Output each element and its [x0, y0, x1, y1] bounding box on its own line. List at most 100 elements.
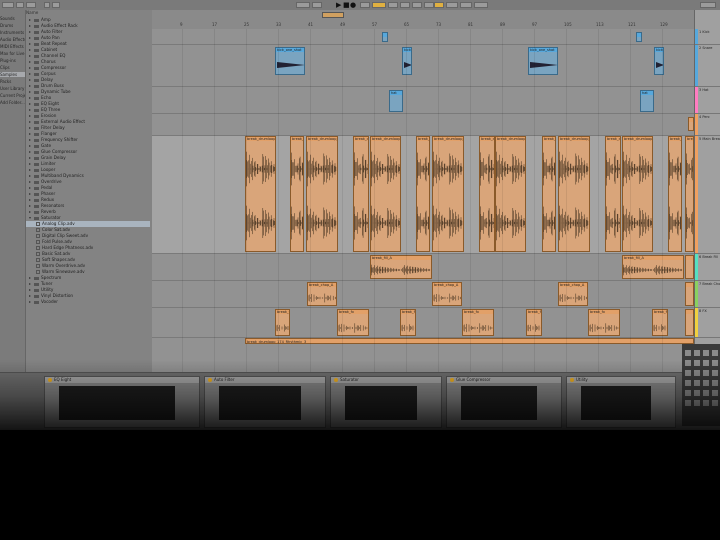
- arrangement-clip[interactable]: break_drumloop_174: [290, 136, 304, 252]
- browser-place-item[interactable]: Instruments: [0, 30, 25, 35]
- device-power-icon[interactable]: [48, 378, 52, 382]
- audio-device[interactable]: Utility: [566, 376, 676, 428]
- device-display[interactable]: [59, 386, 175, 420]
- browser-place-item[interactable]: Sounds: [0, 16, 25, 21]
- arrangement-clip[interactable]: kick_one_shot: [528, 47, 558, 75]
- browser-place-item[interactable]: Clips: [0, 65, 25, 70]
- draw-mode-button[interactable]: [434, 2, 444, 8]
- device-power-icon[interactable]: [208, 378, 212, 382]
- arrangement-clip[interactable]: [636, 32, 642, 42]
- track-lane[interactable]: hat hat: [152, 87, 694, 114]
- arrangement-clip[interactable]: [382, 32, 388, 42]
- punch-out-button[interactable]: [412, 2, 422, 8]
- metronome-button[interactable]: [16, 2, 24, 8]
- arrangement-clip[interactable]: break_drumloop_174: [416, 136, 430, 252]
- browser-place-item[interactable]: Plug-ins: [0, 58, 25, 63]
- arrangement-clip[interactable]: [685, 282, 694, 306]
- arrangement-clip[interactable]: break_fx: [462, 309, 494, 336]
- arrangement-position[interactable]: [296, 2, 310, 8]
- arrangement-clip[interactable]: break_drumloop_174: [479, 136, 495, 252]
- arrangement-clip[interactable]: break_drumloop_174: [558, 136, 590, 252]
- arrangement-clip[interactable]: break_fx: [652, 309, 668, 336]
- quantize-menu[interactable]: [52, 2, 60, 8]
- device-display[interactable]: [581, 386, 651, 420]
- arrangement-clip[interactable]: break_drumloop_174: [622, 136, 653, 252]
- tempo-field[interactable]: [26, 2, 36, 8]
- track-header[interactable]: 7 Break Chop: [695, 281, 720, 308]
- punch-in-button[interactable]: [388, 2, 398, 8]
- overdub-button[interactable]: [360, 2, 370, 8]
- browser-folder-item[interactable]: ▸ Vocoder: [26, 299, 150, 305]
- track-lane[interactable]: [152, 29, 694, 45]
- loop-button[interactable]: [400, 2, 410, 8]
- audio-device[interactable]: Saturator: [330, 376, 442, 428]
- track-header[interactable]: 3 Hat: [695, 87, 720, 114]
- stop-icon[interactable]: ■: [343, 1, 350, 9]
- audio-device[interactable]: EQ Eight: [44, 376, 200, 428]
- browser-column-header[interactable]: Name: [26, 10, 150, 16]
- arrangement-clip[interactable]: break_fill_A: [370, 255, 432, 279]
- arrangement-clip[interactable]: hat: [640, 90, 654, 112]
- midi-map-button[interactable]: [460, 2, 472, 8]
- arrangement-view[interactable]: 9 17 25 33 41 49 57 65 73 81 89 97 105 113 121 129 kick…: [152, 10, 695, 372]
- arrangement-clip[interactable]: break_fill_A: [622, 255, 684, 279]
- loop-length-field[interactable]: [424, 2, 434, 8]
- arrangement-clip[interactable]: break_fx: [400, 309, 416, 336]
- arrangement-clip[interactable]: break_drumloop_174: [685, 136, 694, 252]
- browser-place-item[interactable]: Drums: [0, 23, 25, 28]
- browser-place-item[interactable]: MIDI Effects: [0, 44, 25, 49]
- signature-field[interactable]: [44, 2, 50, 8]
- arrangement-clip[interactable]: break_drumloop_174: [542, 136, 556, 252]
- arrangement-clip[interactable]: [685, 255, 694, 279]
- automation-arm-button[interactable]: [372, 2, 386, 8]
- arrangement-clip[interactable]: kick_one_shot: [402, 47, 412, 75]
- arrangement-clip[interactable]: break_chop_A: [307, 282, 337, 306]
- track-lane[interactable]: kick_one_shotkick_one_shotkick_one_shotk…: [152, 45, 694, 87]
- audio-device[interactable]: Glue Compressor: [446, 376, 562, 428]
- audio-device[interactable]: Auto Filter: [204, 376, 326, 428]
- tap-button[interactable]: [2, 2, 14, 8]
- key-map-button[interactable]: [446, 2, 458, 8]
- record-icon[interactable]: ●: [350, 1, 356, 9]
- arrangement-clip[interactable]: break_fx: [588, 309, 620, 336]
- track-name[interactable]: 8 FX: [699, 309, 707, 313]
- follow-button[interactable]: [312, 2, 322, 8]
- track-header[interactable]: 5 Main Break: [695, 136, 720, 254]
- track-lane[interactable]: break_fxbreak_fxbreak_fxbreak_fxbreak_fx…: [152, 308, 694, 338]
- browser-place-item[interactable]: Current Project: [0, 93, 25, 98]
- browser-place-item[interactable]: Add Folder...: [0, 100, 25, 105]
- device-power-icon[interactable]: [570, 378, 574, 382]
- track-lane[interactable]: break_drumloop_174break_drumloop_174brea…: [152, 136, 694, 254]
- device-display[interactable]: [345, 386, 417, 420]
- track-name[interactable]: 5 Main Break: [699, 137, 720, 141]
- device-display[interactable]: [219, 386, 301, 420]
- loop-brace[interactable]: [322, 12, 344, 18]
- track-name[interactable]: 6 Break Fill: [699, 255, 718, 259]
- track-header[interactable]: 6 Break Fill: [695, 254, 720, 281]
- track-name[interactable]: 4 Perc: [699, 115, 710, 119]
- device-power-icon[interactable]: [334, 378, 338, 382]
- browser-place-item[interactable]: User Library: [0, 86, 25, 91]
- arrangement-clip[interactable]: break_drumloop_174: [353, 136, 369, 252]
- track-lane[interactable]: break_chop_A break_chop_A break_chop_A: [152, 281, 694, 308]
- track-lane[interactable]: break_fill_A break_fill_A: [152, 254, 694, 281]
- track-lane[interactable]: [152, 114, 694, 136]
- arrangement-clip[interactable]: break_chop_A: [432, 282, 462, 306]
- arrangement-clip[interactable]: break_drumloop_174: [432, 136, 464, 252]
- track-name[interactable]: 1 Kick: [699, 30, 710, 34]
- track-header[interactable]: 8 FX: [695, 308, 720, 338]
- arrangement-clip[interactable]: break_drumloop_174: [245, 136, 276, 252]
- arrangement-clip[interactable]: break_chop_A: [558, 282, 588, 306]
- timeline-ruler[interactable]: 9 17 25 33 41 49 57 65 73 81 89 97 105 113 121 129: [152, 10, 694, 30]
- track-header[interactable]: 4 Perc: [695, 114, 720, 136]
- track-name[interactable]: 3 Hat: [699, 88, 709, 92]
- track-header[interactable]: 1 Kick: [695, 29, 720, 45]
- track-name[interactable]: 2 Snare: [699, 46, 712, 50]
- browser-place-item[interactable]: Max for Live: [0, 51, 25, 56]
- browser-place-item[interactable]: Packs: [0, 79, 25, 84]
- device-display[interactable]: [461, 386, 537, 420]
- arrangement-clip[interactable]: break_drumloop_174: [668, 136, 682, 252]
- track-header[interactable]: 2 Snare: [695, 45, 720, 87]
- arrangement-clip[interactable]: hat: [389, 90, 403, 112]
- arrangement-clip[interactable]: break_drumloop_174: [495, 136, 526, 252]
